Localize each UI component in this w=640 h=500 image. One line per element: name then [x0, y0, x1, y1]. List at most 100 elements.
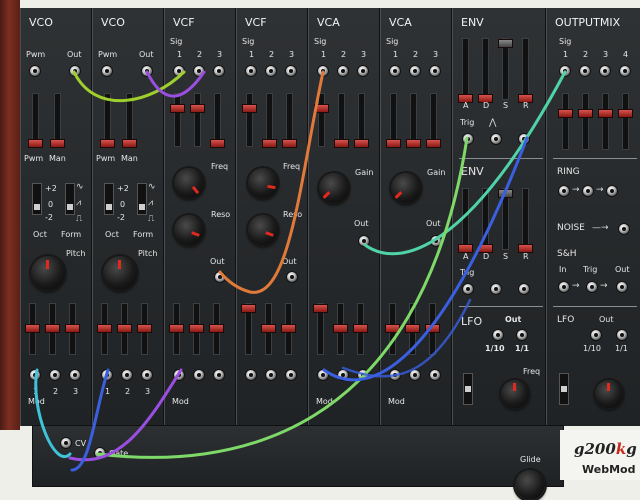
mod-fader-1[interactable] — [241, 303, 256, 355]
mix-input-jack-3[interactable] — [600, 66, 610, 76]
mod-input-jack-1[interactable] — [174, 370, 184, 380]
sig-input-jack-3[interactable] — [286, 66, 296, 76]
mod-input-jack-2[interactable] — [338, 370, 348, 380]
lfo2-out-jack-1[interactable] — [591, 330, 601, 340]
sig-fader-3[interactable] — [282, 93, 297, 148]
mod-fader-1[interactable] — [25, 303, 40, 355]
mod-input-jack-3[interactable] — [70, 370, 80, 380]
mod-input-jack-3[interactable] — [430, 370, 440, 380]
glide-knob[interactable] — [515, 470, 545, 500]
sig-fader-2[interactable] — [334, 93, 349, 148]
env2-out-jack-1[interactable] — [491, 284, 501, 294]
mod-fader-3[interactable] — [137, 303, 152, 355]
pwm-fader[interactable] — [28, 93, 43, 148]
out-jack[interactable] — [431, 236, 441, 246]
ring-in-jack-1[interactable] — [559, 186, 569, 196]
sig-input-jack-2[interactable] — [194, 66, 204, 76]
man-fader[interactable] — [50, 93, 65, 148]
form-switch[interactable] — [65, 183, 75, 215]
env1-decay-fader[interactable] — [478, 38, 493, 103]
sig-fader-1[interactable] — [170, 93, 185, 147]
sig-input-jack-2[interactable] — [410, 66, 420, 76]
env1-trig-jack[interactable] — [463, 134, 473, 144]
lfo1-out-jack-2[interactable] — [517, 330, 527, 340]
lfo2-wave-switch[interactable] — [559, 373, 569, 405]
sig-fader-1[interactable] — [314, 93, 329, 147]
cv-out-jack[interactable] — [61, 438, 71, 448]
mod-fader-2[interactable] — [45, 303, 60, 355]
mod-input-jack-2[interactable] — [122, 370, 132, 380]
sig-input-jack-1[interactable] — [174, 66, 184, 76]
gain-knob[interactable] — [319, 173, 349, 203]
mix-input-jack-2[interactable] — [580, 66, 590, 76]
sig-input-jack-2[interactable] — [266, 66, 276, 76]
pitch-knob[interactable] — [103, 256, 137, 290]
lfo1-freq-knob[interactable] — [501, 380, 529, 408]
mod-fader-2[interactable] — [117, 303, 132, 355]
freq-knob[interactable] — [174, 168, 204, 198]
mod-input-jack-3[interactable] — [214, 370, 224, 380]
sig-fader-3[interactable] — [426, 93, 441, 148]
env2-release-fader[interactable] — [518, 188, 533, 253]
out-jack[interactable] — [287, 272, 297, 282]
pwm-fader[interactable] — [100, 93, 115, 148]
mod-input-jack-2[interactable] — [410, 370, 420, 380]
lfo1-wave-switch[interactable] — [463, 373, 473, 405]
mod-fader-2[interactable] — [189, 303, 204, 355]
mod-fader-3[interactable] — [209, 303, 224, 355]
sig-fader-2[interactable] — [262, 93, 277, 148]
man-fader[interactable] — [122, 93, 137, 148]
mod-fader-2[interactable] — [261, 303, 276, 355]
mod-input-jack-3[interactable] — [358, 370, 368, 380]
mix-fader-1[interactable] — [558, 93, 573, 150]
env2-decay-fader[interactable] — [478, 188, 493, 253]
ring-out-jack[interactable] — [607, 186, 617, 196]
sig-fader-3[interactable] — [210, 93, 225, 148]
env1-sustain-fader[interactable] — [498, 38, 513, 100]
mod-input-jack-1[interactable] — [318, 370, 328, 380]
lfo1-out-jack-1[interactable] — [493, 330, 503, 340]
out-jack[interactable] — [142, 66, 152, 76]
mod-input-jack-3[interactable] — [142, 370, 152, 380]
sig-input-jack-2[interactable] — [338, 66, 348, 76]
mod-fader-1[interactable] — [169, 303, 184, 355]
reso-knob[interactable] — [174, 215, 204, 245]
noise-out-jack[interactable] — [619, 224, 629, 234]
env1-out-jack-1[interactable] — [491, 134, 501, 144]
mix-fader-4[interactable] — [618, 93, 633, 150]
gate-out-jack[interactable] — [95, 448, 105, 458]
sig-fader-1[interactable] — [386, 93, 401, 148]
mod-fader-3[interactable] — [65, 303, 80, 355]
sig-fader-1[interactable] — [242, 93, 257, 147]
sig-input-jack-1[interactable] — [246, 66, 256, 76]
pitch-knob[interactable] — [31, 256, 65, 290]
sh-trig-jack[interactable] — [587, 282, 597, 292]
mod-fader-3[interactable] — [425, 303, 440, 355]
env2-attack-fader[interactable] — [458, 188, 473, 253]
sh-in-jack[interactable] — [559, 282, 569, 292]
sig-fader-2[interactable] — [406, 93, 421, 148]
env1-attack-fader[interactable] — [458, 38, 473, 103]
mod-input-jack-1[interactable] — [390, 370, 400, 380]
mod-input-jack-2[interactable] — [50, 370, 60, 380]
mod-input-jack-1[interactable] — [30, 370, 40, 380]
mix-input-jack-4[interactable] — [620, 66, 630, 76]
mod-fader-2[interactable] — [405, 303, 420, 355]
mod-fader-3[interactable] — [353, 303, 368, 355]
mod-input-jack-3[interactable] — [286, 370, 296, 380]
env2-trig-jack[interactable] — [463, 284, 473, 294]
mod-input-jack-2[interactable] — [194, 370, 204, 380]
octave-switch[interactable] — [32, 183, 42, 215]
mix-input-jack-1[interactable] — [560, 66, 570, 76]
mod-input-jack-2[interactable] — [266, 370, 276, 380]
pwm-jack[interactable] — [102, 66, 112, 76]
pwm-jack[interactable] — [30, 66, 40, 76]
sig-input-jack-3[interactable] — [214, 66, 224, 76]
form-switch[interactable] — [137, 183, 147, 215]
env1-out-jack-2[interactable] — [519, 134, 529, 144]
out-jack[interactable] — [70, 66, 80, 76]
out-jack[interactable] — [359, 236, 369, 246]
env2-out-jack-2[interactable] — [519, 284, 529, 294]
out-jack[interactable] — [215, 272, 225, 282]
reso-knob[interactable] — [248, 215, 278, 245]
